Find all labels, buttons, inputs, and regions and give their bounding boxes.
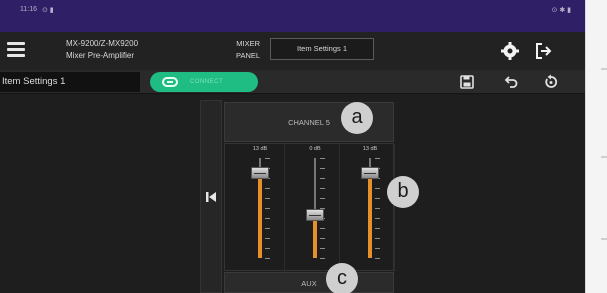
menu-icon[interactable] bbox=[7, 42, 25, 58]
fader-level-label: 13 dB bbox=[362, 146, 378, 152]
callout-a: a bbox=[341, 102, 373, 134]
status-icons: ⊙ ✱ ▮ bbox=[551, 7, 571, 14]
model-type: Mixer Pre-Amplifier bbox=[66, 51, 135, 60]
logout-icon[interactable] bbox=[533, 41, 555, 63]
app-header: MX-9200/Z-MX9200 Mixer Pre-Amplifier MIX… bbox=[0, 32, 585, 70]
fader-knob[interactable] bbox=[251, 166, 269, 179]
callout-b: b bbox=[387, 176, 419, 208]
callout-c: c bbox=[326, 263, 358, 293]
link-icon bbox=[162, 77, 178, 87]
fader-strip: 13 dB bbox=[345, 144, 395, 272]
tablet-screen: 11:16 ⊙ ▮ ⊙ ✱ ▮ MX-9200/Z-MX9200 Mixer P… bbox=[0, 0, 585, 293]
status-time: 11:16 bbox=[20, 6, 37, 13]
connect-button[interactable]: CONNECT bbox=[150, 72, 258, 92]
fader-knob[interactable] bbox=[361, 166, 379, 179]
item-name-field[interactable]: Item Settings 1 bbox=[0, 72, 140, 92]
fader-fill bbox=[258, 172, 262, 258]
background-page-edge bbox=[585, 0, 607, 293]
fader-level-label: 13 dB bbox=[252, 146, 268, 152]
skip-back-icon bbox=[206, 192, 216, 202]
mode-line-2: PANEL bbox=[236, 51, 261, 60]
save-icon[interactable] bbox=[459, 74, 475, 90]
fader-strip: 13 dB bbox=[235, 144, 285, 272]
fader-level-label: 0 dB bbox=[309, 146, 321, 152]
fader-scale bbox=[320, 158, 330, 259]
fader-group: 13 dB 0 dB 13 dB bbox=[224, 143, 395, 272]
toolbar: Item Settings 1 CONNECT bbox=[0, 70, 585, 94]
connect-label: CONNECT bbox=[190, 79, 224, 85]
fader-knob[interactable] bbox=[306, 209, 324, 222]
fader-fill bbox=[368, 172, 372, 258]
mode-line-1: MIXER bbox=[236, 39, 261, 48]
undo-icon[interactable] bbox=[503, 74, 519, 90]
mode-label: MIXER PANEL bbox=[236, 38, 260, 62]
signal-icon: ⊙ ▮ bbox=[42, 7, 54, 14]
status-bar: 11:16 ⊙ ▮ ⊙ ✱ ▮ bbox=[0, 0, 585, 32]
first-channel-button[interactable] bbox=[200, 100, 222, 293]
reset-icon[interactable] bbox=[543, 74, 559, 90]
settings-name-field[interactable]: Item Settings 1 bbox=[270, 38, 374, 60]
model-info: MX-9200/Z-MX9200 Mixer Pre-Amplifier bbox=[66, 38, 138, 62]
fader-strip: 0 dB bbox=[290, 144, 340, 272]
model-name: MX-9200/Z-MX9200 bbox=[66, 39, 139, 48]
fader-fill bbox=[313, 215, 317, 258]
aux-label[interactable]: AUX bbox=[224, 272, 394, 293]
gear-icon[interactable] bbox=[500, 41, 522, 63]
